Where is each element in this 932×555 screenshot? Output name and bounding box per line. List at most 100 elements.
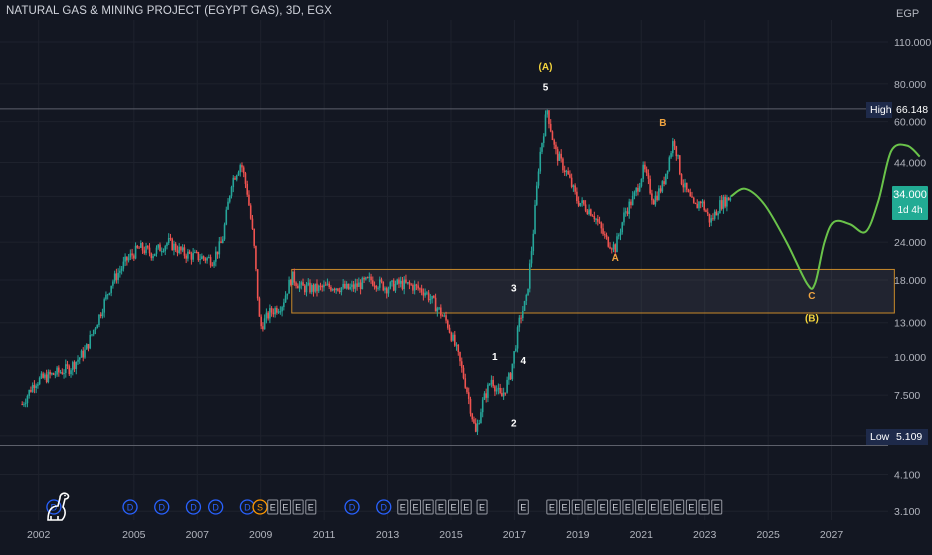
candle-body xyxy=(614,244,617,253)
candle-body xyxy=(698,201,700,209)
price-chart[interactable]: (A)531 42ABC(B) DDDDDDSEEEEDDEEEEEEEEEEEE… xyxy=(0,0,932,550)
candle-body xyxy=(670,153,672,158)
candle-body xyxy=(340,287,343,293)
candle-body xyxy=(605,235,608,238)
candle-body xyxy=(215,251,217,262)
earnings-marker-label: E xyxy=(282,503,288,513)
wave-label: 4 xyxy=(521,356,527,367)
candle-body xyxy=(202,256,205,259)
candle-body xyxy=(288,279,290,294)
candle-body xyxy=(269,308,271,319)
candle-body xyxy=(501,393,503,397)
candle-body xyxy=(542,136,545,143)
candle-body xyxy=(265,312,268,319)
candle-body xyxy=(607,237,610,247)
candle-body xyxy=(392,280,395,291)
candle-body xyxy=(160,251,163,253)
candle-body xyxy=(77,359,79,362)
candle-body xyxy=(452,334,454,341)
candle-body xyxy=(385,287,388,294)
candle-body xyxy=(598,221,601,223)
earnings-marker-label: E xyxy=(600,503,606,513)
candle-body xyxy=(457,344,460,352)
candle-body xyxy=(712,218,714,220)
wave-label: A xyxy=(612,253,619,264)
time-axis[interactable]: 2002 2005 2007 2009 2011 2013 2015 2017 2019 2021… xyxy=(27,529,843,541)
candle-body xyxy=(326,283,329,286)
candle-body xyxy=(490,379,493,385)
candle-body xyxy=(171,238,174,251)
candle-body xyxy=(42,373,44,378)
candle-body xyxy=(37,384,39,386)
candle-body xyxy=(221,239,224,244)
candle-body xyxy=(447,320,449,328)
candle-body xyxy=(441,315,444,317)
candle-body xyxy=(483,393,486,400)
high-label: High xyxy=(866,102,892,118)
candle-body xyxy=(365,277,367,280)
candle-body xyxy=(38,377,41,385)
candle-body xyxy=(138,247,140,249)
candle-body xyxy=(656,195,658,201)
candle-body xyxy=(342,283,344,288)
candle-body xyxy=(678,155,681,175)
candle-body xyxy=(28,389,30,396)
tradingview-logo-icon[interactable] xyxy=(44,490,74,522)
candle-body xyxy=(691,196,693,198)
time-tick-label: 2017 xyxy=(503,529,527,541)
time-tick-label: 2007 xyxy=(186,529,210,541)
candle-body xyxy=(96,325,99,329)
candle-body xyxy=(584,204,587,211)
candle-body xyxy=(624,211,627,213)
candle-body xyxy=(391,280,393,283)
candle-body xyxy=(78,357,81,360)
candle-body xyxy=(133,255,135,259)
candle-body xyxy=(665,173,667,184)
candle-body xyxy=(352,284,355,289)
candle-body xyxy=(354,283,357,289)
candle-body xyxy=(216,251,219,255)
candle-body xyxy=(590,209,592,216)
candle-body xyxy=(345,283,348,289)
candle-body xyxy=(729,198,732,201)
candle-body xyxy=(419,288,421,290)
candle-body xyxy=(617,235,620,237)
candle-body xyxy=(513,351,515,364)
low-value: 5.109 xyxy=(892,429,928,445)
candle-body xyxy=(663,181,665,184)
candle-body xyxy=(528,263,531,289)
candle-body xyxy=(638,186,641,192)
candle-body xyxy=(539,151,542,172)
candle-body xyxy=(652,200,655,205)
candle-body xyxy=(581,200,583,203)
candle-body xyxy=(312,285,315,292)
candle-body xyxy=(504,392,507,394)
candle-body xyxy=(570,177,573,187)
candle-body xyxy=(406,282,409,284)
candle-body xyxy=(658,188,660,201)
candle-body xyxy=(310,285,313,293)
candle-body xyxy=(45,374,48,383)
earnings-marker-label: E xyxy=(625,503,631,513)
candle-body xyxy=(255,245,257,270)
candle-body xyxy=(120,268,123,271)
candle-body xyxy=(478,423,481,425)
candle-body xyxy=(485,393,487,398)
chart-area[interactable]: (A) 5 3 1 4 2 A B C (B) DDDDDDSEEEEDDEEEEEEEEEEEE… xyxy=(0,0,932,550)
time-tick-label: 2023 xyxy=(693,529,717,541)
low-label: Low xyxy=(866,429,892,445)
candle-body xyxy=(497,387,500,390)
last-price-badge: 34.000 1d 4h xyxy=(892,186,928,220)
candle-body xyxy=(232,177,235,188)
candle-body xyxy=(415,284,418,286)
low-price-pill: Low 5.109 xyxy=(866,429,928,445)
candle-body xyxy=(239,165,242,173)
candle-body xyxy=(682,184,685,188)
earnings-marker-label: E xyxy=(714,503,720,513)
candle-body xyxy=(591,215,594,217)
candle-body xyxy=(331,289,334,291)
candle-body xyxy=(356,283,358,287)
event-markers[interactable]: DDDDDDSEEEEDDEEEEEEEEEEEEEEEEEEEEEE xyxy=(46,499,723,515)
candle-body xyxy=(141,242,144,251)
candle-body xyxy=(685,182,688,190)
